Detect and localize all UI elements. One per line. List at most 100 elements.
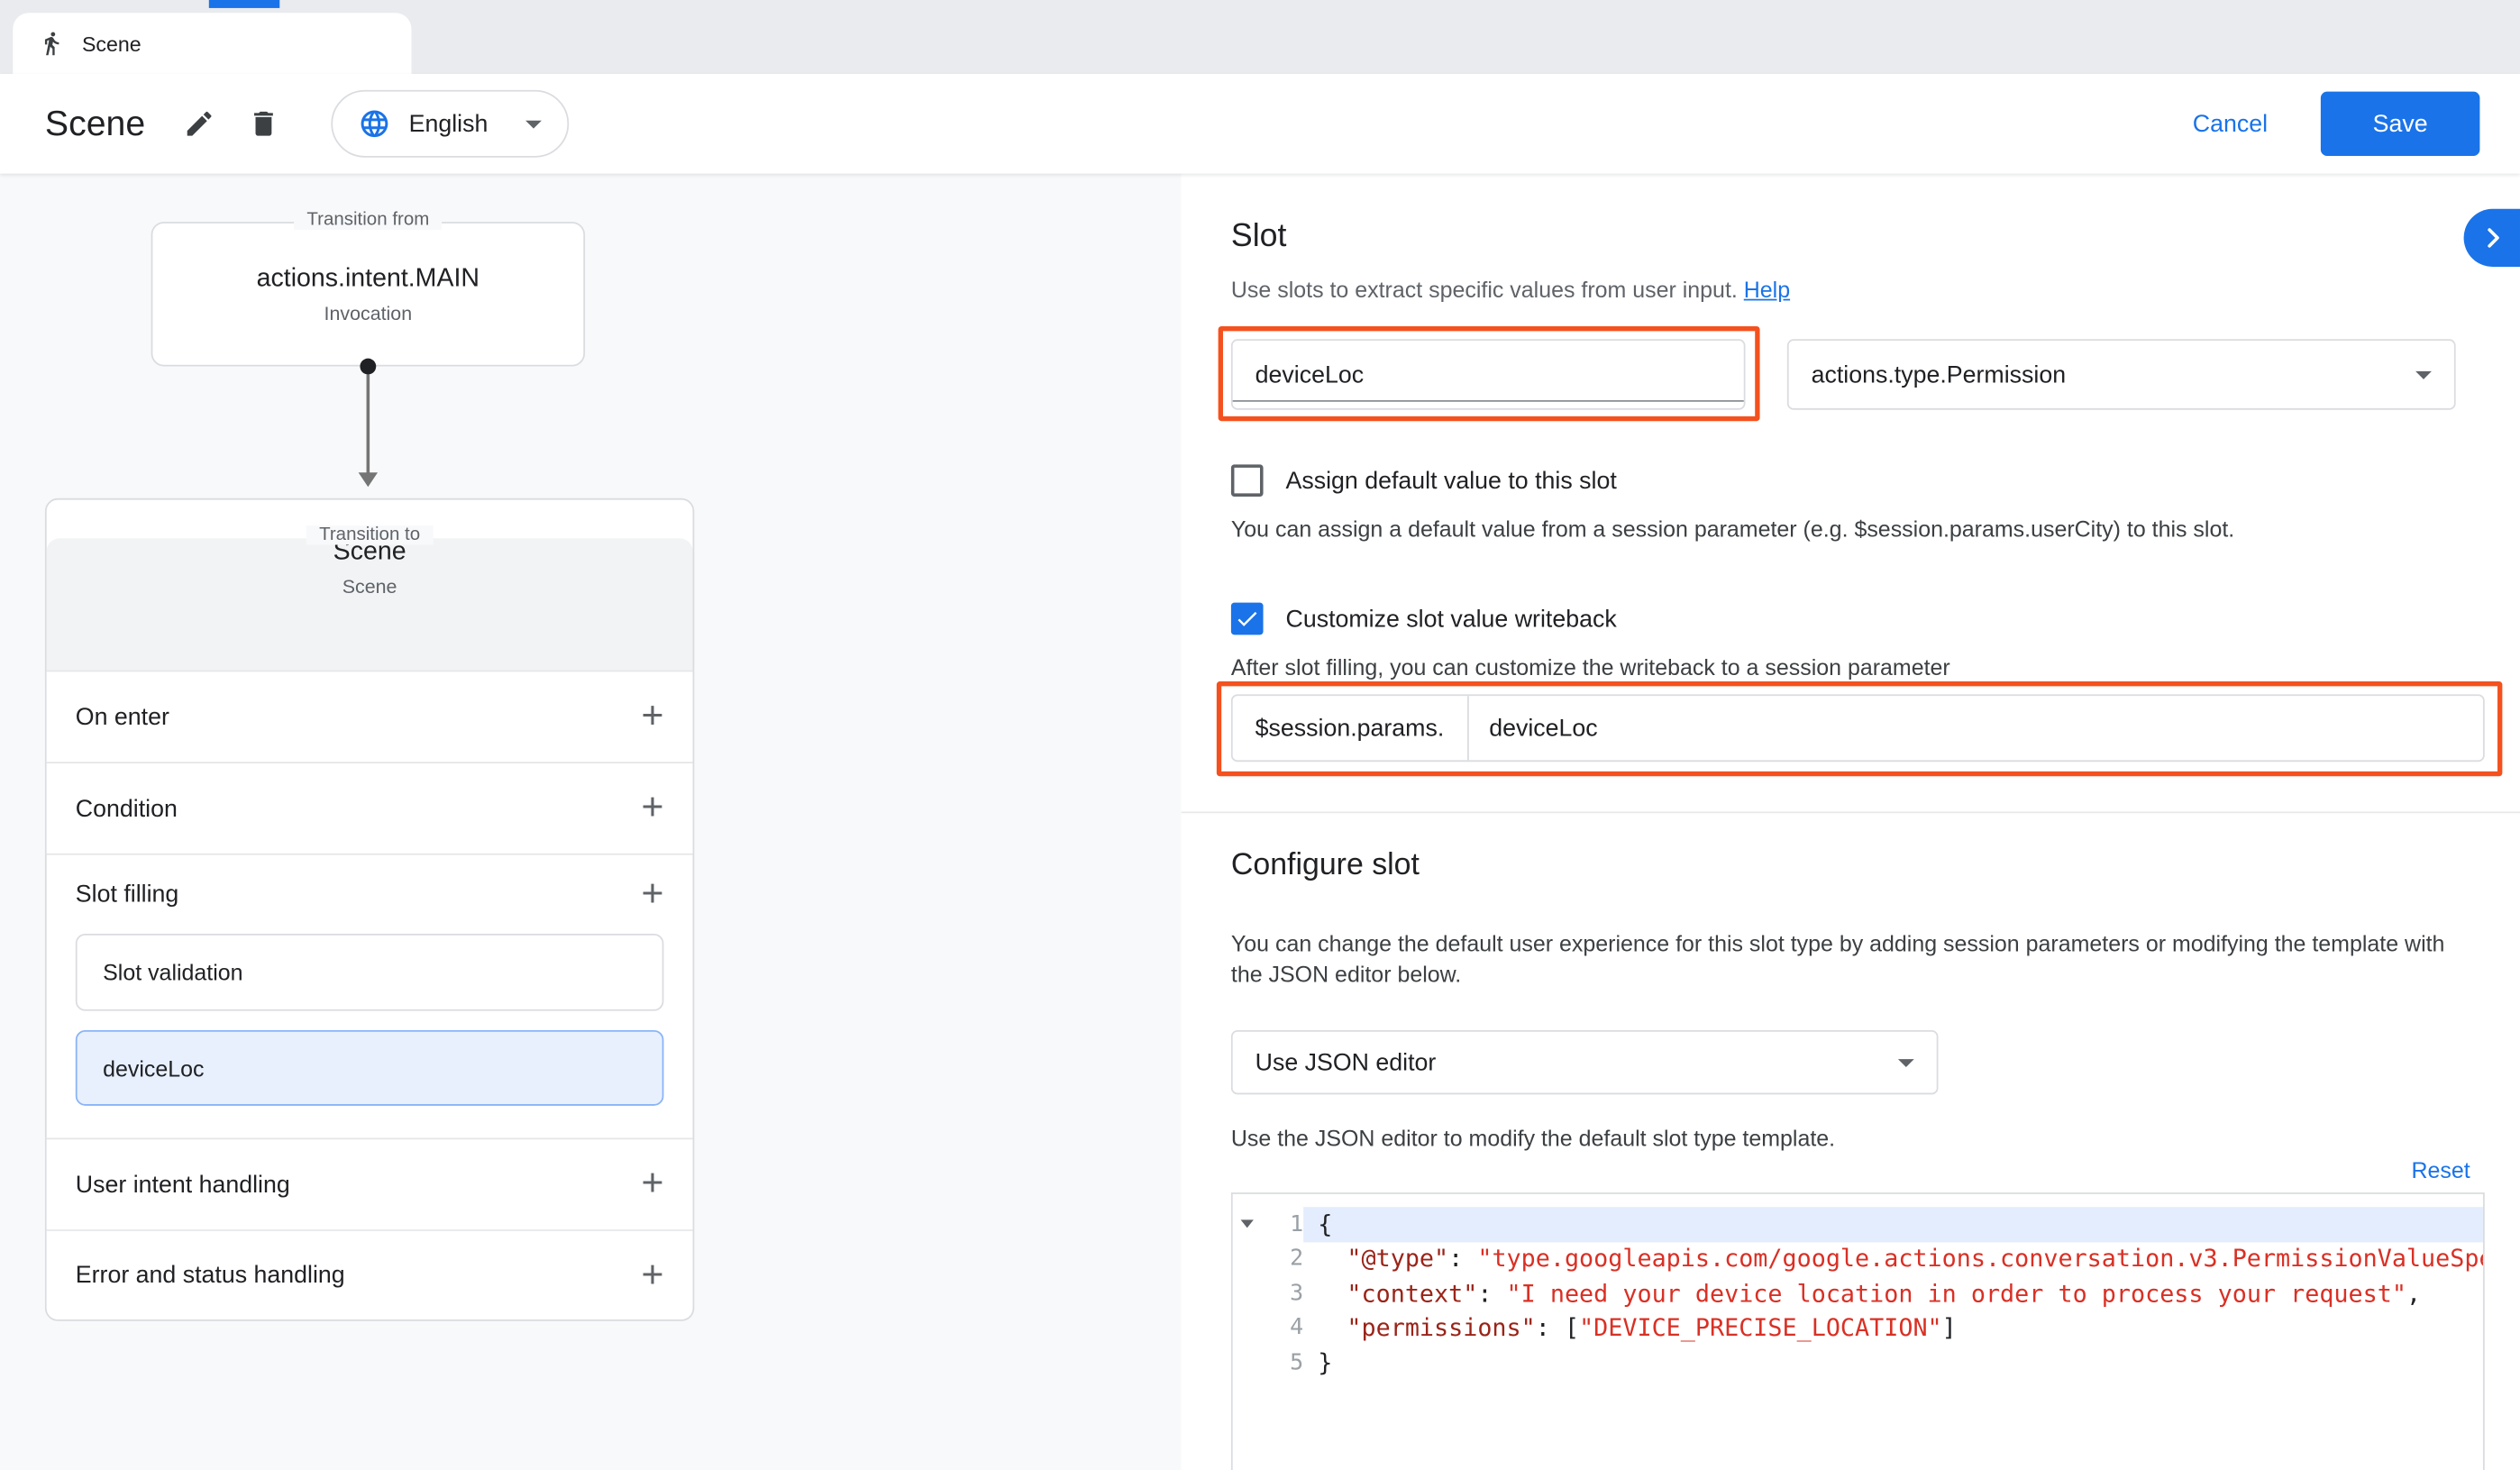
- code-token: "@type": [1347, 1245, 1448, 1274]
- collapse-panel-button[interactable]: [2464, 209, 2520, 267]
- code-token: :: [1448, 1245, 1477, 1274]
- section-user-intent-label: User intent handling: [76, 1171, 290, 1198]
- section-on-enter[interactable]: On enter: [47, 671, 693, 762]
- code-token: {: [1318, 1210, 1332, 1238]
- code-text: "context": "I need your device location …: [1303, 1276, 2483, 1310]
- reset-link[interactable]: Reset: [2411, 1157, 2470, 1183]
- section-slot-filling-header[interactable]: Slot filling: [47, 854, 693, 934]
- section-condition[interactable]: Condition: [47, 762, 693, 854]
- editor-mode-select[interactable]: Use JSON editor: [1231, 1030, 1939, 1094]
- top-accent-bar: [209, 0, 279, 8]
- scene-node-header[interactable]: Transition to Scene Scene: [47, 538, 693, 670]
- toolbar: Scene English Cancel Save: [0, 74, 2520, 174]
- slot-validation-label: Slot validation: [103, 960, 242, 986]
- code-token: [1318, 1313, 1347, 1342]
- code-line[interactable]: 2 "@type": "type.googleapis.com/google.a…: [1233, 1241, 2483, 1275]
- screen: Scene Scene English Cancel Save Transiti…: [0, 0, 2520, 1470]
- writeback-checkbox[interactable]: [1231, 603, 1264, 635]
- tab-scene-label: Scene: [82, 32, 142, 56]
- code-line[interactable]: 5 }: [1233, 1346, 2483, 1380]
- line-number: 4: [1262, 1315, 1303, 1341]
- trash-icon: [248, 107, 280, 140]
- slot-section-description: Use slots to extract specific values fro…: [1231, 277, 1790, 303]
- scene-flow-diagram: Transition from actions.intent.MAIN Invo…: [0, 174, 1182, 1470]
- cancel-button[interactable]: Cancel: [2193, 110, 2268, 137]
- editor-mode-value: Use JSON editor: [1255, 1049, 1437, 1076]
- slot-type-select[interactable]: actions.type.Permission: [1787, 339, 2456, 409]
- code-token: "I need your device location in order to…: [1507, 1279, 2406, 1308]
- connector-dot: [360, 359, 376, 375]
- json-code-editor[interactable]: 1 { 2 "@type": "type.googleapis.com/goog…: [1231, 1192, 2485, 1470]
- code-token: :: [1477, 1279, 1506, 1308]
- section-condition-label: Condition: [76, 795, 178, 822]
- session-params-prefix: $session.params.: [1233, 715, 1467, 742]
- connector-arrowhead-icon: [359, 472, 378, 487]
- transition-to-label: Transition to: [306, 525, 434, 544]
- section-error-status-label: Error and status handling: [76, 1262, 345, 1289]
- pencil-icon: [184, 107, 216, 140]
- add-slot-icon[interactable]: [641, 878, 663, 910]
- line-number: 3: [1262, 1281, 1303, 1307]
- code-line[interactable]: 3 "context": "I need your device locatio…: [1233, 1276, 2483, 1310]
- slot-editor-panel: Slot Use slots to extract specific value…: [1182, 174, 2520, 1470]
- add-error-handler-icon[interactable]: [641, 1259, 663, 1292]
- code-token: "context": [1347, 1279, 1477, 1308]
- scene-type: Scene: [47, 575, 693, 598]
- scene-node-card: Transition to Scene Scene On enter Condi…: [45, 498, 694, 1321]
- assign-default-checkbox[interactable]: [1231, 464, 1264, 497]
- code-token: "permissions": [1347, 1313, 1535, 1342]
- globe-icon: [359, 107, 391, 140]
- add-on-enter-icon[interactable]: [641, 700, 663, 733]
- save-button[interactable]: Save: [2321, 92, 2480, 156]
- section-error-status-handling[interactable]: Error and status handling: [47, 1229, 693, 1319]
- edit-scene-button[interactable]: [171, 95, 229, 152]
- add-user-intent-icon[interactable]: [641, 1168, 663, 1201]
- slot-name-input[interactable]: [1231, 339, 1746, 409]
- chevron-right-icon: [2479, 225, 2506, 251]
- code-text: }: [1303, 1346, 2483, 1380]
- code-line[interactable]: 4 "permissions": ["DEVICE_PRECISE_LOCATI…: [1233, 1310, 2483, 1345]
- app-window: Scene Scene English Cancel Save Transiti…: [0, 0, 2520, 1470]
- chevron-down-icon: [1898, 1058, 1914, 1066]
- slot-name-input-underline: [1233, 400, 1744, 402]
- panel-divider: [1182, 811, 2520, 813]
- chevron-down-icon: [2415, 370, 2432, 379]
- section-slot-filling: Slot filling Slot validation deviceLoc: [47, 854, 693, 1106]
- configure-slot-title: Configure slot: [1231, 849, 1420, 884]
- delete-scene-button[interactable]: [235, 95, 293, 152]
- code-token: ]: [1942, 1313, 1957, 1342]
- code-text: {: [1303, 1207, 2483, 1241]
- line-number: 2: [1262, 1246, 1303, 1272]
- language-label: English: [409, 110, 488, 137]
- line-number: 1: [1262, 1211, 1303, 1237]
- language-selector[interactable]: English: [332, 90, 568, 158]
- section-user-intent-handling[interactable]: User intent handling: [47, 1137, 693, 1229]
- slot-validation-item[interactable]: Slot validation: [76, 934, 664, 1011]
- help-link[interactable]: Help: [1744, 277, 1790, 303]
- code-text: "@type": "type.googleapis.com/google.act…: [1303, 1241, 2483, 1275]
- assign-default-label: Assign default value to this slot: [1286, 468, 1617, 495]
- checkmark-icon: [1234, 606, 1260, 632]
- json-editor-hint: Use the JSON editor to modify the defaul…: [1231, 1125, 1835, 1151]
- slot-type-value: actions.type.Permission: [1812, 361, 2066, 388]
- code-token: }: [1318, 1348, 1332, 1377]
- section-on-enter-label: On enter: [76, 703, 169, 730]
- writeback-parameter-value: deviceLoc: [1468, 715, 1619, 742]
- assign-default-description: You can assign a default value from a se…: [1231, 516, 2234, 542]
- code-line[interactable]: 1 {: [1233, 1207, 2483, 1241]
- deviceloc-slot-item[interactable]: deviceLoc: [76, 1030, 664, 1106]
- tab-scene[interactable]: Scene: [13, 13, 411, 74]
- writeback-parameter-field[interactable]: $session.params. deviceLoc: [1231, 694, 2485, 762]
- add-condition-icon[interactable]: [641, 792, 663, 825]
- page-title: Scene: [45, 103, 145, 144]
- fold-arrow-icon: [1241, 1220, 1254, 1228]
- fold-toggle[interactable]: [1233, 1220, 1262, 1228]
- slot-section-title: Slot: [1231, 219, 1286, 256]
- connector-line: [367, 374, 370, 474]
- walking-person-icon: [39, 31, 65, 57]
- intent-name: actions.intent.MAIN: [152, 265, 583, 294]
- section-slot-filling-label: Slot filling: [76, 881, 178, 908]
- transition-from-node[interactable]: Transition from actions.intent.MAIN Invo…: [151, 222, 585, 366]
- code-token: "type.googleapis.com/google.actions.conv…: [1477, 1245, 2483, 1274]
- configure-slot-description: You can change the default user experien…: [1231, 929, 2450, 991]
